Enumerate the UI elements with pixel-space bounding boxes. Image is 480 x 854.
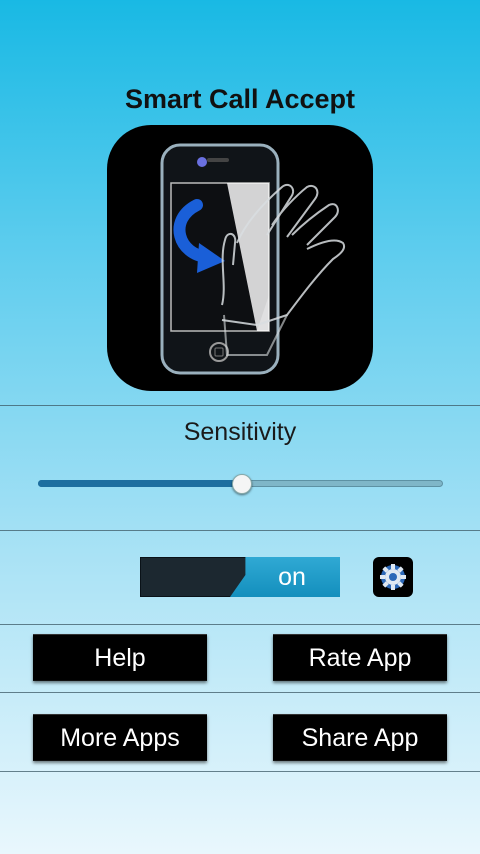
app-title: Smart Call Accept [124,84,356,114]
slider-fill [38,480,241,487]
app-logo-icon [107,125,373,391]
more-apps-button[interactable]: More Apps [33,714,207,761]
help-button[interactable]: Help [33,634,207,681]
service-toggle[interactable]: on [140,557,340,597]
share-app-button[interactable]: Share App [273,714,447,761]
divider [0,530,480,531]
settings-button[interactable] [373,557,413,597]
toggle-on-segment: on [230,557,340,597]
divider [0,692,480,693]
divider [0,405,480,406]
divider [0,624,480,625]
sensitivity-slider[interactable] [38,470,443,498]
toggle-state-label: on [278,562,306,591]
rate-app-button[interactable]: Rate App [273,634,447,681]
slider-thumb[interactable] [231,474,252,494]
divider [0,771,480,772]
gear-icon [380,564,406,590]
sensitivity-label: Sensitivity [183,418,297,446]
